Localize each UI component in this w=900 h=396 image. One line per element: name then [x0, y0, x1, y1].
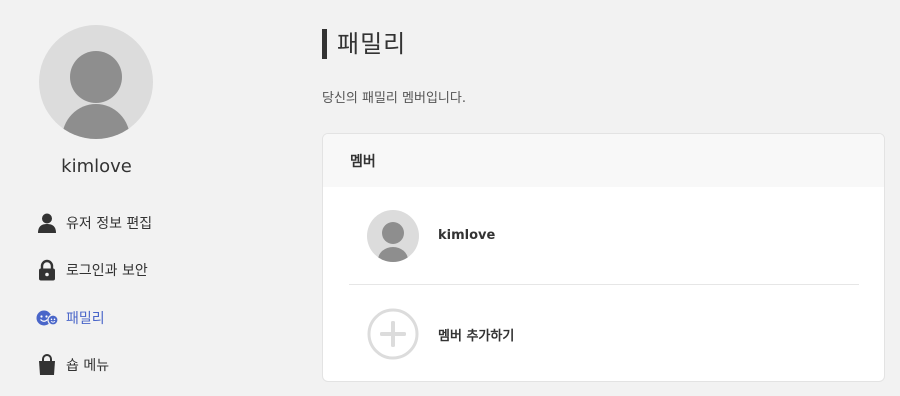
profile-avatar	[39, 25, 153, 139]
members-card: 멤버 kimlove 멤버 추가하기	[322, 133, 885, 382]
sidebar: kimlove 유저 정보 편집 로그인과 보안 패밀리 숍 메뉴	[0, 0, 300, 396]
member-avatar	[367, 209, 419, 262]
sidebar-item-login-security[interactable]: 로그인과 보안	[36, 257, 148, 283]
member-name: kimlove	[438, 228, 496, 243]
family-icon	[36, 310, 58, 326]
page-title: 패밀리	[322, 29, 406, 59]
main-content: 패밀리 당신의 패밀리 멤버입니다. 멤버 kimlove 멤버 추가하기	[322, 0, 885, 396]
shopping-bag-icon	[39, 354, 55, 375]
sidebar-item-edit-profile[interactable]: 유저 정보 편집	[36, 210, 152, 236]
user-silhouette-icon	[62, 51, 130, 139]
profile-username: kimlove	[61, 156, 132, 177]
add-member-row[interactable]: 멤버 추가하기	[349, 285, 859, 381]
add-member-button[interactable]	[367, 308, 419, 360]
sidebar-item-label: 숍 메뉴	[66, 358, 110, 374]
members-card-header: 멤버	[323, 134, 884, 187]
sidebar-item-family[interactable]: 패밀리	[36, 305, 105, 331]
sidebar-item-shop-menu[interactable]: 숍 메뉴	[36, 352, 109, 378]
plus-circle-icon	[367, 308, 419, 360]
lock-icon	[39, 259, 55, 281]
user-silhouette-icon	[378, 221, 408, 262]
user-icon	[38, 213, 56, 233]
member-row[interactable]: kimlove	[349, 187, 859, 285]
sidebar-item-label: 유저 정보 편집	[66, 216, 153, 232]
page-description: 당신의 패밀리 멤버입니다.	[322, 91, 466, 106]
sidebar-item-label: 패밀리	[66, 311, 105, 327]
sidebar-item-label: 로그인과 보안	[66, 263, 148, 279]
add-member-label[interactable]: 멤버 추가하기	[438, 325, 514, 344]
